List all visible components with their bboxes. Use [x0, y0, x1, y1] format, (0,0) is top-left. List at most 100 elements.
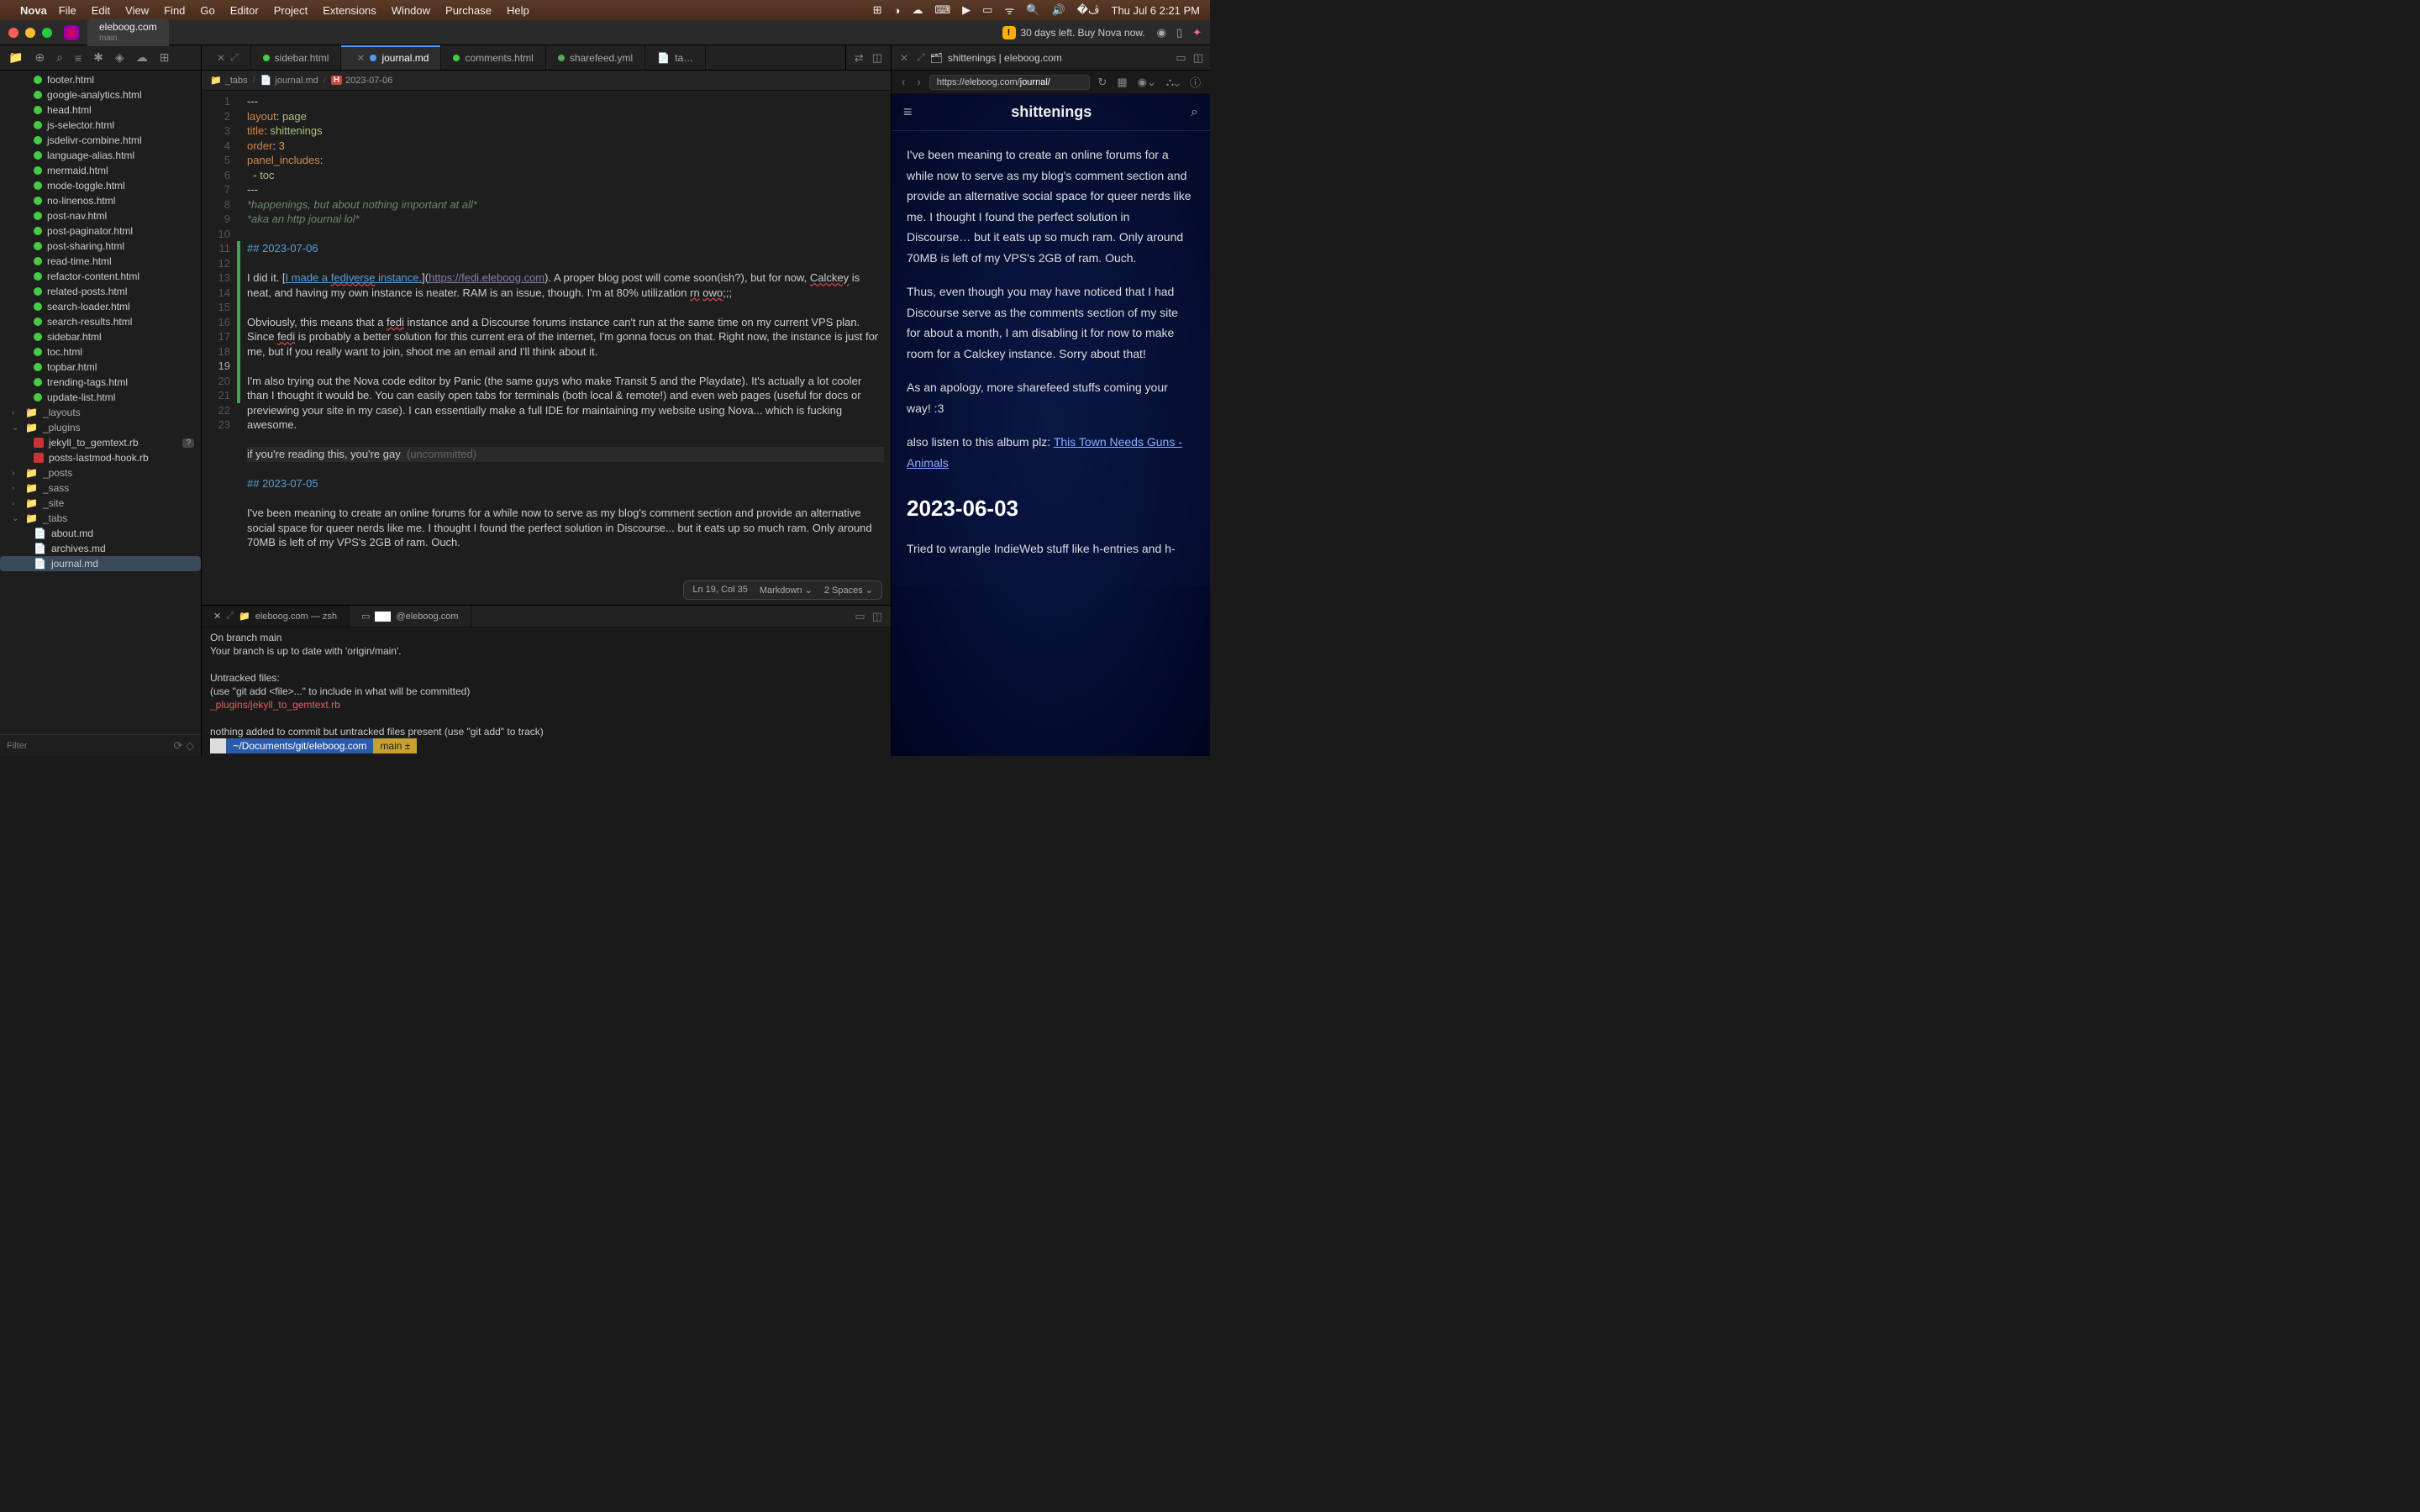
file-item[interactable]: jekyll_to_gemtext.rb? [0, 435, 201, 450]
preview-tab[interactable]: ✕ ⤢ 🗂 shittenings | eleboog.com [892, 51, 1169, 64]
close-icon[interactable]: ✕ [900, 52, 908, 64]
folder-item[interactable]: ⌄📁_plugins [0, 420, 201, 435]
file-item[interactable]: trending-tags.html [0, 375, 201, 390]
menu-go[interactable]: Go [200, 4, 214, 17]
menu-help[interactable]: Help [507, 4, 529, 17]
clips-icon[interactable]: ◈ [115, 50, 124, 65]
git-icon[interactable]: ✱ [93, 50, 103, 65]
language-mode[interactable]: Markdown ⌄ [760, 585, 813, 596]
file-item[interactable]: mermaid.html [0, 163, 201, 178]
split-icon[interactable]: ◫ [872, 51, 882, 65]
search-icon[interactable]: ⌕ [1191, 105, 1198, 120]
file-item[interactable]: update-list.html [0, 390, 201, 405]
search-icon[interactable]: ⌕ [56, 50, 63, 65]
diff-icon[interactable]: ⇄ [855, 51, 864, 65]
record-icon[interactable]: ◉ [1157, 26, 1166, 39]
terminal-prompt[interactable]: ~/Documents/git/eleboog.commain ± [210, 738, 882, 753]
expand-icon[interactable]: ⤢ [917, 51, 925, 64]
file-item[interactable]: topbar.html [0, 360, 201, 375]
file-item[interactable]: head.html [0, 102, 201, 118]
preview-viewport[interactable]: ≡ shittenings ⌕ I've been meaning to cre… [892, 94, 1210, 756]
publish-icon[interactable]: ☁ [136, 50, 148, 65]
indent-mode[interactable]: 2 Spaces ⌄ [824, 585, 873, 596]
tab-close-group[interactable]: ✕⤢ [202, 45, 251, 70]
file-item[interactable]: post-paginator.html [0, 223, 201, 239]
reload-icon[interactable]: ↻ [1095, 76, 1109, 89]
spotlight-icon[interactable]: 🔍 [1026, 3, 1039, 17]
menu-view[interactable]: View [125, 4, 149, 17]
tab-truncated[interactable]: 📄ta… [645, 45, 706, 70]
code-editor[interactable]: 1234567891011121314151617181920212223 --… [202, 91, 891, 605]
play-icon[interactable]: ▶ [962, 3, 971, 17]
responsive-icon[interactable]: ◉⌄ [1135, 76, 1159, 89]
folder-item[interactable]: ›📁_posts [0, 465, 201, 480]
sparkle-icon[interactable]: ✦ [1192, 26, 1202, 39]
file-item[interactable]: language-alias.html [0, 148, 201, 163]
menu-extensions[interactable]: Extensions [323, 4, 376, 17]
file-item[interactable]: 📄archives.md [0, 541, 201, 556]
menu-window[interactable]: Window [392, 4, 430, 17]
breadcrumb[interactable]: 📁_tabs / 📄journal.md / H2023-07-06 [202, 71, 891, 91]
hamburger-icon[interactable]: ≡ [903, 103, 913, 121]
keyboard-icon[interactable]: ⌨ [934, 3, 950, 17]
grid-icon[interactable]: ⊞ [160, 50, 170, 65]
forward-icon[interactable]: › [913, 76, 923, 88]
zoom-window[interactable] [42, 28, 52, 38]
tab-sharefeed-yml[interactable]: sharefeed.yml [546, 45, 645, 70]
control-center-icon[interactable]: ⊞ [873, 3, 882, 17]
menubar-clock[interactable]: Thu Jul 6 2:21 PM [1112, 4, 1201, 17]
battery-icon[interactable]: ▭ [982, 3, 992, 17]
panel-icon[interactable]: ▯ [1176, 26, 1182, 39]
panel-layout-icon[interactable]: ▭ [855, 610, 865, 623]
close-icon[interactable]: ✕ [213, 611, 221, 622]
folder-item[interactable]: ›📁_site [0, 496, 201, 511]
back-icon[interactable]: ‹ [898, 76, 908, 88]
menu-find[interactable]: Find [164, 4, 185, 17]
file-item[interactable]: mode-toggle.html [0, 178, 201, 193]
volume-icon[interactable]: 🔊 [1051, 3, 1065, 17]
file-item[interactable]: post-nav.html [0, 208, 201, 223]
file-item[interactable]: posts-lastmod-hook.rb [0, 450, 201, 465]
code-content[interactable]: ---layout: pagetitle: shitteningsorder: … [240, 91, 891, 605]
telegram-icon[interactable]: ◑ [894, 4, 901, 17]
minimize-window[interactable] [25, 28, 35, 38]
tab-sidebar-html[interactable]: sidebar.html [251, 45, 342, 70]
file-item[interactable]: post-sharing.html [0, 239, 201, 254]
filter-input[interactable] [7, 741, 173, 751]
globe-icon[interactable]: ⊕ [34, 50, 45, 65]
file-item[interactable]: no-linenos.html [0, 193, 201, 208]
cloud-icon[interactable]: ☁ [912, 3, 923, 17]
split-icon[interactable]: ◫ [872, 610, 882, 623]
files-icon[interactable]: 📁 [8, 50, 23, 65]
file-item[interactable]: js-selector.html [0, 118, 201, 133]
file-item[interactable]: read-time.html [0, 254, 201, 269]
file-tree[interactable]: footer.htmlgoogle-analytics.htmlhead.htm… [0, 71, 201, 734]
tab-comments-html[interactable]: comments.html [441, 45, 545, 70]
file-item[interactable]: sidebar.html [0, 329, 201, 344]
cursor-position[interactable]: Ln 19, Col 35 [692, 585, 747, 596]
symbols-icon[interactable]: ≡ [75, 51, 82, 65]
control-icon[interactable]: �ڤ [1077, 3, 1100, 17]
file-item[interactable]: search-loader.html [0, 299, 201, 314]
file-item[interactable]: google-analytics.html [0, 87, 201, 102]
menu-purchase[interactable]: Purchase [445, 4, 492, 17]
folder-item[interactable]: ›📁_layouts [0, 405, 201, 420]
menu-editor[interactable]: Editor [230, 4, 259, 17]
terminal-output[interactable]: On branch mainYour branch is up to date … [202, 627, 891, 756]
folder-item[interactable]: ›📁_sass [0, 480, 201, 496]
menu-edit[interactable]: Edit [92, 4, 110, 17]
menu-file[interactable]: File [59, 4, 76, 17]
file-item[interactable]: toc.html [0, 344, 201, 360]
app-menu[interactable]: Nova [20, 4, 47, 17]
project-tab[interactable]: eleboog.com main [87, 18, 169, 45]
sidebar-toggle-icon[interactable]: ◫ [1193, 51, 1203, 65]
menu-project[interactable]: Project [274, 4, 308, 17]
file-item[interactable]: 📄about.md [0, 526, 201, 541]
settings-icon[interactable]: ⛬⌄ [1164, 76, 1182, 89]
url-field[interactable]: https://eleboog.com/journal/ [929, 75, 1091, 90]
close-icon[interactable]: ✕ [356, 52, 365, 64]
filter-options-icon[interactable]: ⟳ ◇ [173, 739, 194, 753]
terminal-tab-remote[interactable]: ▭.@eleboog.com [350, 606, 471, 627]
close-window[interactable] [8, 28, 18, 38]
inspect-icon[interactable]: ▦ [1114, 76, 1129, 89]
